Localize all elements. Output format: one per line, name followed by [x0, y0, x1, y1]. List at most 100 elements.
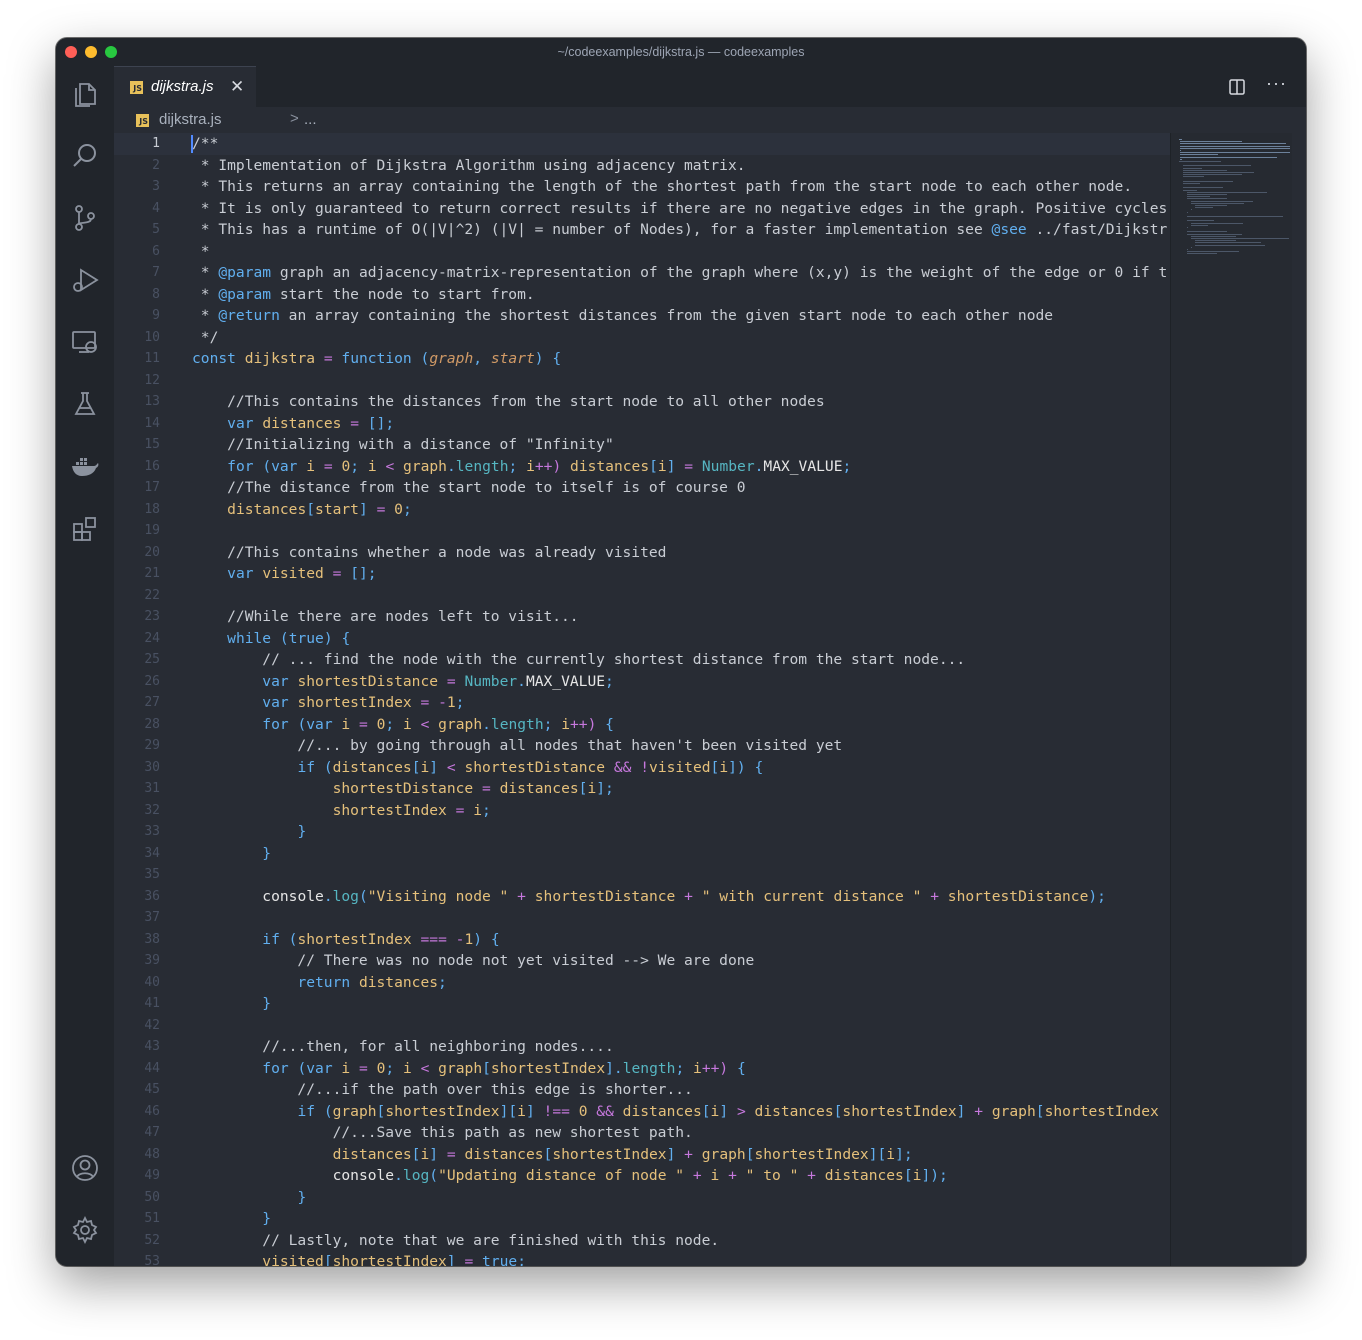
code-line[interactable]: 53 visited[shortestIndex] = true; — [114, 1251, 1170, 1266]
explorer-icon[interactable] — [69, 78, 101, 110]
settings-gear-icon[interactable] — [69, 1214, 101, 1246]
code-line[interactable]: 26 var shortestDistance = Number.MAX_VAL… — [114, 671, 1170, 693]
code-line[interactable]: 15 //Initializing with a distance of "In… — [114, 434, 1170, 456]
code-line[interactable]: 41 } — [114, 993, 1170, 1015]
code-line[interactable]: 6 * — [114, 241, 1170, 263]
code-line[interactable]: 39 // There was no node not yet visited … — [114, 950, 1170, 972]
code-line[interactable]: 19 — [114, 520, 1170, 542]
code-line[interactable]: 44 for (var i = 0; i < graph[shortestInd… — [114, 1058, 1170, 1080]
code-text: if (shortestIndex === -1) { — [262, 930, 500, 948]
code-line[interactable]: 48 distances[i] = distances[shortestInde… — [114, 1144, 1170, 1166]
tab-label: dijkstra.js — [151, 78, 214, 95]
line-number: 9 — [152, 308, 160, 323]
code-line[interactable]: 46 if (graph[shortestIndex][i] !== 0 && … — [114, 1101, 1170, 1123]
code-line[interactable]: 22 — [114, 585, 1170, 607]
extensions-icon[interactable] — [69, 512, 101, 544]
code-line[interactable]: 9 * @return an array containing the shor… — [114, 305, 1170, 327]
code-line[interactable]: 2 * Implementation of Dijkstra Algorithm… — [114, 155, 1170, 177]
code-line[interactable]: 42 — [114, 1015, 1170, 1037]
code-line[interactable]: 3 * This returns an array containing the… — [114, 176, 1170, 198]
line-number: 22 — [144, 587, 160, 603]
code-line[interactable]: 31 shortestDistance = distances[i]; — [114, 778, 1170, 800]
code-line[interactable]: 30 if (distances[i] < shortestDistance &… — [114, 757, 1170, 779]
code-line[interactable]: 52 // Lastly, note that we are finished … — [114, 1230, 1170, 1252]
tab-dijkstra-js[interactable]: JS dijkstra.js ✕ — [114, 66, 256, 107]
code-line[interactable]: 5 * This has a runtime of O(|V|^2) (|V| … — [114, 219, 1170, 241]
code-line[interactable]: 18 distances[start] = 0; — [114, 499, 1170, 521]
code-line[interactable]: 33 } — [114, 821, 1170, 843]
code-line[interactable]: 36 console.log("Visiting node " + shorte… — [114, 886, 1170, 908]
run-debug-icon[interactable] — [69, 264, 101, 296]
code-line[interactable]: 32 shortestIndex = i; — [114, 800, 1170, 822]
breadcrumb-more[interactable]: ... — [304, 111, 317, 128]
line-number: 32 — [144, 802, 160, 818]
code-text: //While there are nodes left to visit... — [192, 608, 579, 625]
accounts-icon[interactable] — [69, 1152, 101, 1184]
code-text: for (var i = 0; i < graph.length; i++) d… — [227, 457, 852, 475]
code-text: * This has a runtime of O(|V|^2) (|V| = … — [192, 221, 1168, 238]
code-line[interactable]: 11 const dijkstra = function (graph, star… — [114, 348, 1170, 370]
code-line[interactable]: 50 } — [114, 1187, 1170, 1209]
breadcrumb-file[interactable]: dijkstra.js — [159, 111, 222, 128]
line-number: 51 — [144, 1211, 160, 1226]
code-line[interactable]: 38 if (shortestIndex === -1) { — [114, 929, 1170, 951]
code-line[interactable]: 13 //This contains the distances from th… — [114, 391, 1170, 413]
minimap-line — [1180, 143, 1286, 145]
close-icon[interactable]: ✕ — [230, 77, 244, 97]
source-control-icon[interactable] — [69, 202, 101, 234]
code-line[interactable]: 7 * @param graph an adjacency-matrix-rep… — [114, 262, 1170, 284]
code-text: // ... find the node with the currently … — [192, 651, 966, 668]
minimap[interactable] — [1170, 133, 1293, 1266]
code-line[interactable]: 10 */ — [114, 327, 1170, 349]
code-line[interactable]: 45 //...if the path over this edge is sh… — [114, 1079, 1170, 1101]
code-line[interactable]: 23 //While there are nodes left to visit… — [114, 606, 1170, 628]
vertical-scrollbar[interactable] — [1292, 133, 1306, 1266]
code-text: visited[shortestIndex] = true; — [262, 1253, 526, 1266]
line-number: 14 — [144, 415, 160, 431]
code-line[interactable]: 24 while (true) { — [114, 628, 1170, 650]
code-text: shortestDistance = distances[i]; — [332, 780, 614, 797]
code-line[interactable]: 49 console.log("Updating distance of nod… — [114, 1165, 1170, 1187]
code-line[interactable]: 12 — [114, 370, 1170, 392]
code-line[interactable]: 40 return distances; — [114, 972, 1170, 994]
minimap-line — [1187, 211, 1188, 213]
code-line[interactable]: 51 } — [114, 1208, 1170, 1230]
line-number: 25 — [144, 652, 160, 667]
search-icon[interactable] — [69, 140, 101, 172]
code-line[interactable]: 34 } — [114, 843, 1170, 865]
code-line[interactable]: 28 for (var i = 0; i < graph.length; i++… — [114, 714, 1170, 736]
code-line[interactable]: 8 * @param start the node to start from. — [114, 284, 1170, 306]
js-file-icon: JS — [136, 114, 149, 127]
minimap-line — [1179, 139, 1182, 140]
code-line[interactable]: 29 //... by going through all nodes that… — [114, 735, 1170, 757]
breadcrumb: JS dijkstra.js > ... — [114, 107, 1306, 133]
code-text: } — [262, 1210, 272, 1227]
code-line[interactable]: 47 //...Save this path as new shortest p… — [114, 1122, 1170, 1144]
code-line[interactable]: 21 var visited = []; — [114, 563, 1170, 585]
line-number: 10 — [144, 329, 160, 345]
code-line[interactable]: 43 //...then, for all neighboring nodes.… — [114, 1036, 1170, 1058]
code-line[interactable]: 37 — [114, 907, 1170, 929]
docker-icon[interactable] — [69, 450, 101, 482]
code-line[interactable]: 4 * It is only guaranteed to return corr… — [114, 198, 1170, 220]
more-actions-icon[interactable]: ··· — [1266, 73, 1287, 94]
code-line[interactable]: 25 // ... find the node with the current… — [114, 649, 1170, 671]
remote-explorer-icon[interactable] — [69, 326, 101, 358]
line-number: 19 — [144, 523, 160, 538]
testing-icon[interactable] — [69, 388, 101, 420]
line-number: 13 — [144, 394, 160, 409]
code-editor[interactable]: 1 /** 2 * Implementation of Dijkstra Algor… — [114, 133, 1170, 1266]
code-line[interactable]: 17 //The distance from the start node to… — [114, 477, 1170, 499]
code-line[interactable]: 35 — [114, 864, 1170, 886]
code-text: for (var i = 0; i < graph.length; i++) { — [262, 715, 614, 733]
vscode-window: ~/codeexamples/dijkstra.js — codeexample… — [56, 38, 1306, 1266]
minimap-line — [1183, 176, 1204, 178]
code-line[interactable]: 16 for (var i = 0; i < graph.length; i++… — [114, 456, 1170, 478]
code-line[interactable]: 1 /** — [114, 133, 1170, 155]
split-editor-icon[interactable] — [1228, 78, 1246, 96]
code-line[interactable]: 20 //This contains whether a node was al… — [114, 542, 1170, 564]
code-line[interactable]: 14 var distances = []; — [114, 413, 1170, 435]
line-number: 42 — [144, 1017, 160, 1033]
line-number: 27 — [144, 695, 160, 710]
code-line[interactable]: 27 var shortestIndex = -1; — [114, 692, 1170, 714]
